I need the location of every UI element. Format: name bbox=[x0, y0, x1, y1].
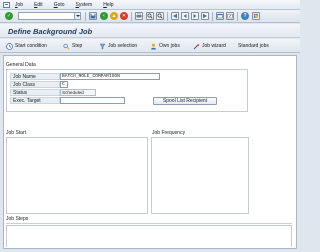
application-toolbar: Start condition Step Job selection Own j… bbox=[0, 39, 300, 53]
shortcut-icon[interactable] bbox=[226, 12, 234, 20]
clock-icon bbox=[6, 42, 13, 50]
job-name-field[interactable]: BATCH_ROLE_COMPARISON bbox=[60, 73, 160, 80]
command-field[interactable] bbox=[18, 12, 81, 20]
menu-help[interactable]: Help bbox=[103, 2, 113, 8]
find-next-icon[interactable] bbox=[156, 12, 164, 20]
job-class-field[interactable]: C bbox=[60, 81, 68, 88]
job-frequency-frame bbox=[151, 137, 249, 214]
menu-edit[interactable]: Edit bbox=[34, 2, 43, 8]
standard-jobs-button[interactable]: Standard jobs bbox=[238, 42, 269, 50]
wand-icon bbox=[193, 43, 200, 50]
menu-job[interactable]: Job bbox=[15, 2, 23, 8]
spool-list-recipient-button[interactable]: Spool List Recipient bbox=[153, 97, 217, 105]
enter-icon[interactable]: ✓ bbox=[5, 12, 13, 20]
previous-page-icon[interactable] bbox=[181, 12, 189, 20]
save-icon[interactable] bbox=[89, 12, 97, 20]
general-data-frame: Job Name BATCH_ROLE_COMPARISON Job Class… bbox=[6, 69, 248, 112]
title-bar: Define Background Job bbox=[0, 24, 300, 38]
menu-goto[interactable]: Goto bbox=[54, 2, 65, 8]
standard-toolbar: ✓ ‹ ▲ ✕ ? bbox=[0, 10, 300, 23]
print-icon[interactable] bbox=[135, 12, 143, 20]
exit-icon[interactable]: ▲ bbox=[110, 12, 118, 20]
toolbar-separator bbox=[131, 12, 132, 21]
step-icon bbox=[63, 43, 70, 50]
cancel-icon[interactable]: ✕ bbox=[120, 12, 128, 20]
job-steps-divider bbox=[6, 223, 292, 224]
menu-bar: Job Edit Goto System Help bbox=[0, 0, 300, 10]
system-menu-icon[interactable] bbox=[3, 1, 10, 8]
new-session-icon[interactable] bbox=[216, 12, 224, 20]
own-jobs-label: Own jobs bbox=[159, 43, 180, 49]
job-class-label: Job Class bbox=[10, 81, 60, 88]
job-definition-panel: General Data Job Name BATCH_ROLE_COMPARI… bbox=[3, 55, 297, 249]
job-frequency-heading: Job Frequency bbox=[152, 130, 186, 136]
job-selection-button[interactable]: Job selection bbox=[99, 42, 137, 50]
find-icon[interactable] bbox=[146, 12, 154, 20]
exec-target-label: Exec. Target bbox=[10, 97, 60, 104]
exec-target-field[interactable] bbox=[60, 97, 125, 104]
next-page-icon[interactable] bbox=[191, 12, 199, 20]
own-jobs-button[interactable]: Own jobs bbox=[150, 42, 180, 50]
job-wizard-label: Job wizard bbox=[202, 43, 226, 49]
step-label: Step bbox=[72, 43, 83, 49]
step-button[interactable]: Step bbox=[63, 42, 82, 50]
toolbar-separator bbox=[237, 12, 238, 21]
toolbar-separator bbox=[212, 12, 213, 21]
customize-layout-icon[interactable] bbox=[252, 12, 260, 20]
start-condition-button[interactable]: Start condition bbox=[6, 42, 47, 50]
job-start-frame bbox=[6, 137, 148, 214]
status-label: Status bbox=[10, 89, 60, 96]
first-page-icon[interactable] bbox=[171, 12, 179, 20]
page-title: Define Background Job bbox=[8, 27, 93, 36]
toolbar-separator bbox=[85, 12, 86, 21]
start-condition-label: Start condition bbox=[15, 43, 47, 49]
command-dropdown-icon[interactable] bbox=[74, 13, 80, 19]
status-field: Scheduled bbox=[60, 89, 96, 96]
own-jobs-icon bbox=[150, 43, 157, 50]
job-steps-heading: Job Steps bbox=[6, 216, 29, 222]
job-name-label: Job Name bbox=[10, 73, 60, 80]
standard-jobs-label: Standard jobs bbox=[238, 43, 269, 49]
general-data-heading: General Data bbox=[6, 62, 36, 68]
menu-system[interactable]: System bbox=[76, 2, 93, 8]
job-start-heading: Job Start bbox=[6, 130, 27, 136]
job-wizard-button[interactable]: Job wizard bbox=[193, 42, 226, 50]
job-selection-icon bbox=[99, 43, 106, 50]
job-steps-frame bbox=[6, 225, 292, 247]
last-page-icon[interactable] bbox=[201, 12, 209, 20]
toolbar-separator bbox=[167, 12, 168, 21]
help-icon[interactable]: ? bbox=[241, 12, 249, 20]
job-selection-label: Job selection bbox=[108, 43, 138, 49]
back-icon[interactable]: ‹ bbox=[100, 12, 108, 20]
